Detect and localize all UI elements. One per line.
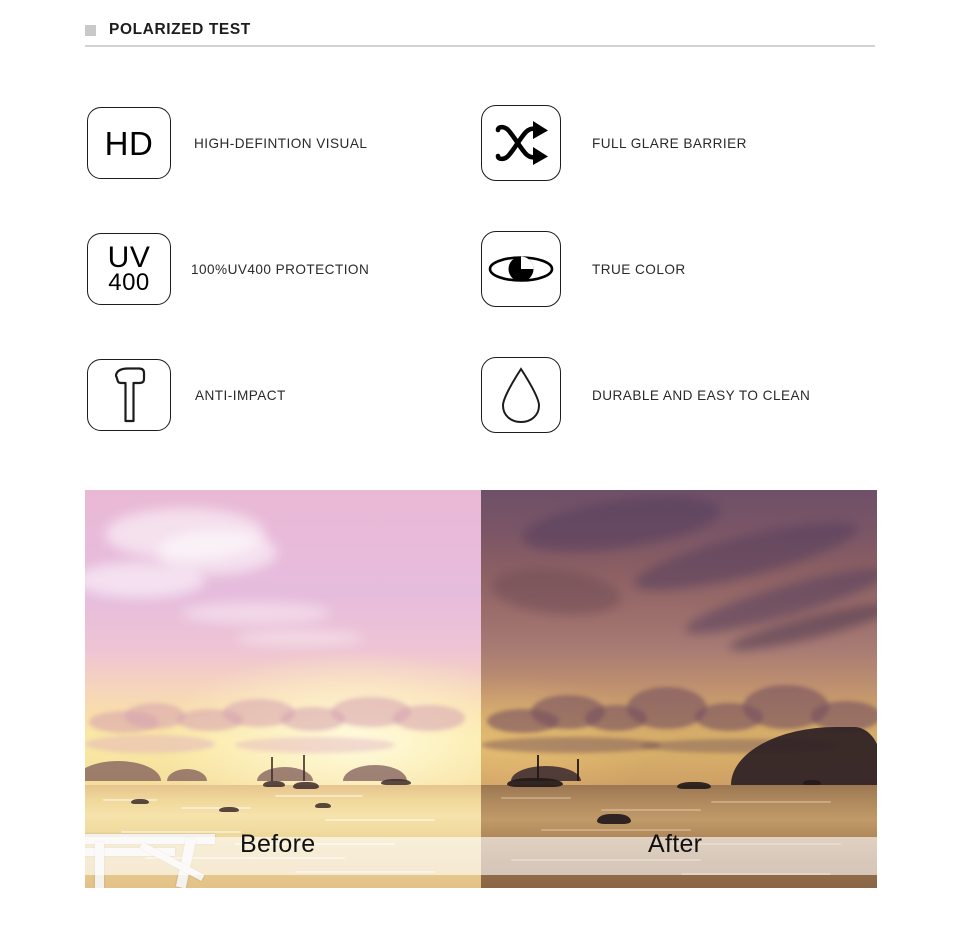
boat <box>263 780 285 787</box>
bullet-square-icon <box>85 24 96 36</box>
horizon-cloud-band <box>85 681 481 761</box>
page-title: POLARIZED TEST <box>109 21 251 38</box>
cloud-puff <box>235 737 395 754</box>
boat <box>597 814 631 825</box>
header-divider <box>85 45 875 47</box>
dock-railing <box>85 818 235 888</box>
boat-mast <box>303 754 305 781</box>
hammer-glyph <box>114 367 146 423</box>
water-glint <box>325 818 435 821</box>
boat <box>381 778 411 785</box>
uv400-badge-icon: UV 400 <box>87 233 171 305</box>
cloud-puff <box>85 735 215 754</box>
rail-post <box>95 842 104 888</box>
before-after-comparison-image: Before After <box>85 490 877 888</box>
hd-badge-icon: HD <box>87 107 171 179</box>
feature-row: ANTI-IMPACT DURABLE AND EASY TO CLEAN <box>0 352 960 478</box>
water-glint <box>601 808 701 811</box>
eye-icon <box>481 231 561 307</box>
water-glint <box>275 794 363 797</box>
hd-badge-text: HD <box>104 124 154 162</box>
feature-row: UV 400 100%UV400 PROTECTION TRUE COLOR <box>0 226 960 352</box>
section-header: POLARIZED TEST <box>85 16 875 44</box>
water-glint <box>711 800 831 803</box>
boat <box>293 781 319 789</box>
eye-glyph <box>488 256 554 282</box>
boat <box>315 803 331 809</box>
cloud-puff <box>393 705 465 732</box>
feature-grid: HD HIGH-DEFINTION VISUAL FULL GLARE BARR… <box>0 100 960 478</box>
photo-half-before <box>85 490 481 888</box>
cloud-wisp <box>235 630 365 646</box>
cloud-puff <box>627 687 707 730</box>
photo-half-after <box>481 490 877 888</box>
boat <box>507 777 563 787</box>
boat <box>803 779 821 785</box>
feature-label-clean: DURABLE AND EASY TO CLEAN <box>592 387 811 403</box>
water-glint <box>681 872 831 875</box>
water-glint <box>181 806 251 809</box>
water-glint <box>103 798 157 801</box>
feature-row: HD HIGH-DEFINTION VISUAL FULL GLARE BARR… <box>0 100 960 226</box>
boat <box>677 781 711 789</box>
feature-item-clean: DURABLE AND EASY TO CLEAN <box>481 352 810 438</box>
feature-label-uv: 100%UV400 PROTECTION <box>191 261 370 277</box>
feature-item-impact: ANTI-IMPACT <box>87 352 286 438</box>
cloud-puff <box>125 703 185 730</box>
before-label: Before <box>240 830 316 858</box>
feature-label-glare: FULL GLARE BARRIER <box>592 135 747 151</box>
boat <box>219 807 239 813</box>
feature-item-hd: HD HIGH-DEFINTION VISUAL <box>87 100 367 186</box>
hammer-icon <box>87 359 171 431</box>
feature-item-uv: UV 400 100%UV400 PROTECTION <box>87 226 369 312</box>
boat-mast <box>537 754 539 781</box>
shuffle-arrows-glyph <box>495 121 548 165</box>
feature-label-truecolor: TRUE COLOR <box>592 261 686 277</box>
boat-mast <box>271 756 273 781</box>
water-drop-glyph <box>501 367 541 424</box>
feature-item-glare: FULL GLARE BARRIER <box>481 100 747 186</box>
cloud-puff <box>481 737 661 754</box>
feature-item-truecolor: TRUE COLOR <box>481 226 686 312</box>
uv-label: UV <box>107 241 151 275</box>
shuffle-arrows-icon <box>481 105 561 181</box>
uv-number: 400 <box>108 269 150 297</box>
boat-mast <box>577 758 579 781</box>
feature-label-hd: HIGH-DEFINTION VISUAL <box>194 135 368 151</box>
cloud-wisp <box>181 602 331 624</box>
uv400-badge-text: UV 400 <box>107 241 151 297</box>
boat <box>131 799 149 805</box>
water-glint <box>295 870 435 873</box>
after-label: After <box>648 830 703 858</box>
water-drop-icon <box>481 357 561 433</box>
feature-label-impact: ANTI-IMPACT <box>195 387 286 403</box>
water-glint <box>501 796 571 799</box>
